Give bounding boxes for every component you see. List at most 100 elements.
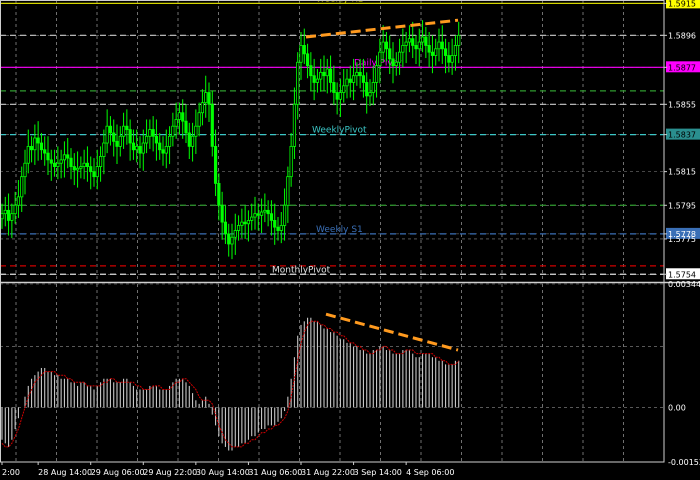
candle-body bbox=[108, 125, 113, 134]
candle-body bbox=[125, 125, 129, 130]
candle-body bbox=[263, 209, 267, 213]
candle-body bbox=[292, 103, 297, 147]
level-label: Weekly S1 bbox=[316, 225, 363, 235]
candle-body bbox=[158, 142, 162, 151]
level-label: MonthlyPivot bbox=[272, 265, 331, 275]
candle-body bbox=[217, 183, 221, 206]
candle-body bbox=[256, 213, 260, 216]
time-axis[interactable]: 2:00 28 Aug 14:0029 Aug 06:0029 Aug 22:00… bbox=[1, 462, 454, 477]
candle-body bbox=[39, 142, 44, 151]
candle-body bbox=[98, 156, 103, 167]
candle-body bbox=[52, 162, 57, 167]
indicator-tick-label: 0.00344 bbox=[668, 280, 700, 289]
level-label: WeeklyPivot bbox=[312, 126, 367, 136]
candle-body bbox=[164, 145, 168, 154]
candle-body bbox=[338, 92, 343, 100]
candle-body bbox=[279, 225, 283, 231]
candle-body bbox=[118, 135, 122, 147]
price-tick-label: 1.5837 bbox=[668, 131, 696, 140]
candle-body bbox=[187, 132, 191, 147]
candle-body bbox=[361, 75, 366, 83]
candle-body bbox=[259, 211, 264, 216]
candle-body bbox=[233, 230, 237, 238]
candle-body bbox=[75, 167, 80, 171]
time-tick-label: 2:00 bbox=[2, 468, 20, 477]
candle-body bbox=[181, 112, 185, 122]
candle-body bbox=[269, 213, 274, 221]
candle-body bbox=[49, 159, 53, 164]
candle-body bbox=[121, 125, 126, 137]
candle-body bbox=[3, 209, 7, 215]
candle-body bbox=[223, 221, 228, 235]
price-tick-label: 1.5915 bbox=[668, 0, 696, 8]
candle-body bbox=[358, 71, 362, 77]
candle-body bbox=[240, 221, 244, 226]
candle-body bbox=[276, 226, 280, 231]
time-tick-label: 29 Aug 06:00 bbox=[91, 468, 145, 477]
candle-body bbox=[92, 171, 96, 178]
candle-body bbox=[348, 78, 352, 83]
candle-body bbox=[296, 61, 300, 105]
candle-body bbox=[36, 137, 40, 144]
candle-body bbox=[59, 159, 63, 164]
candle-body bbox=[102, 142, 106, 157]
candle-body bbox=[46, 152, 50, 161]
candle-body bbox=[243, 221, 247, 225]
candle-body bbox=[437, 41, 441, 50]
candle-body bbox=[332, 82, 336, 93]
candle-body bbox=[138, 145, 142, 154]
candle-body bbox=[128, 129, 132, 144]
candle-body bbox=[447, 55, 451, 63]
candle-body bbox=[167, 135, 172, 147]
candle-body bbox=[194, 125, 198, 137]
candle-body bbox=[397, 51, 402, 63]
candle-body bbox=[365, 82, 369, 97]
candle-body bbox=[66, 154, 70, 159]
candle-body bbox=[43, 149, 47, 154]
candle-body bbox=[204, 92, 208, 104]
candle-body bbox=[236, 225, 241, 231]
candle-body bbox=[148, 129, 152, 137]
candle-body bbox=[384, 41, 389, 50]
candle-body bbox=[115, 140, 119, 147]
candle-body bbox=[273, 220, 277, 228]
candle-body bbox=[131, 142, 136, 151]
time-tick-label: 31 Aug 22:00 bbox=[301, 468, 355, 477]
candle-body bbox=[443, 48, 448, 56]
candle-body bbox=[440, 41, 444, 50]
candle-body bbox=[427, 45, 431, 53]
candle-body bbox=[315, 78, 320, 83]
candle-body bbox=[351, 75, 356, 83]
candle-body bbox=[335, 92, 339, 100]
forex-chart[interactable]: Weekly R1Daily PivotWeeklyPivotWeekly S1… bbox=[0, 0, 700, 480]
price-tick-label: 1.5754 bbox=[668, 270, 696, 279]
candle-body bbox=[424, 36, 428, 46]
price-axis[interactable]: 1.5915 1.5896 1.5877 1.5855 1.5837 1.5815 1.57… bbox=[664, 0, 700, 467]
candle-body bbox=[342, 85, 346, 93]
candle-body bbox=[394, 61, 398, 67]
candle-body bbox=[312, 75, 316, 83]
candle-body bbox=[322, 71, 326, 77]
candle-body bbox=[16, 196, 21, 206]
candle-body bbox=[453, 45, 458, 56]
candle-body bbox=[210, 103, 214, 147]
candle-body bbox=[253, 213, 257, 218]
candle-body bbox=[450, 55, 454, 63]
candle-body bbox=[305, 53, 310, 67]
time-tick-label: 29 Aug 22:00 bbox=[143, 468, 197, 477]
candle-body bbox=[299, 45, 303, 63]
candle-body bbox=[174, 119, 178, 127]
candle-body bbox=[345, 78, 349, 87]
indicator-tick-label: 0.00 bbox=[668, 403, 686, 412]
candle-body bbox=[407, 38, 412, 43]
candle-body bbox=[414, 45, 418, 50]
indicator-tick-label: -0.00152 bbox=[668, 458, 700, 467]
price-tick-label: 1.5855 bbox=[668, 100, 696, 109]
price-tick-label: 1.5815 bbox=[668, 168, 696, 177]
candle-body bbox=[95, 166, 99, 178]
candle-body bbox=[286, 176, 290, 206]
candle-body bbox=[105, 125, 109, 144]
candle-body bbox=[325, 68, 329, 77]
candle-body bbox=[79, 166, 83, 169]
candle-body bbox=[434, 48, 438, 56]
